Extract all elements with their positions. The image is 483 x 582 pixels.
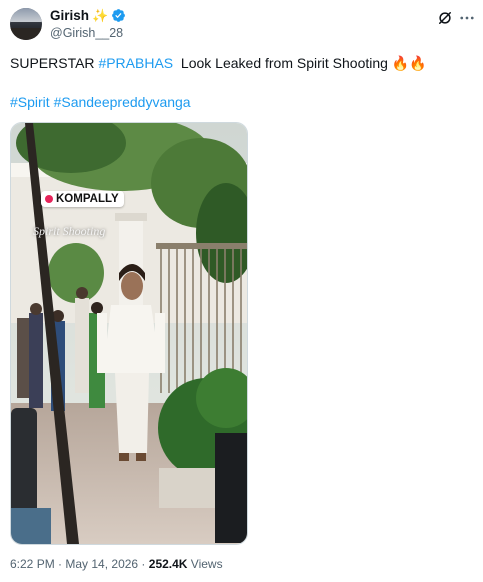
- meta-separator-1: ·: [54, 557, 66, 571]
- tweet-text-body: Look Leaked from Spirit Shooting: [173, 55, 392, 71]
- author-name[interactable]: Girish: [50, 8, 89, 23]
- location-pin-icon: [45, 195, 53, 203]
- location-sticker: KOMPALLY: [41, 191, 124, 207]
- hashtag-prabhas[interactable]: #PRABHAS: [98, 55, 173, 71]
- views-label: Views: [187, 557, 223, 571]
- sparkle-icon: ✨: [92, 8, 109, 23]
- hashtag-line: #Spirit #Sandeepreddyvanga: [10, 94, 191, 110]
- tweet-text: SUPERSTAR #PRABHAS Look Leaked from Spir…: [10, 55, 427, 72]
- tweet-time[interactable]: 6:22 PM: [10, 557, 55, 571]
- meta-separator-2: ·: [138, 557, 149, 571]
- tweet-meta: 6:22 PM · May 14, 2026 · 252.4K Views: [10, 557, 223, 571]
- location-label: KOMPALLY: [56, 193, 119, 205]
- author-handle[interactable]: @Girish__28: [50, 26, 123, 40]
- views-count[interactable]: 252.4K: [149, 557, 188, 571]
- media-overlay-caption: Spirit Shooting: [33, 224, 106, 238]
- avatar[interactable]: [10, 8, 42, 40]
- hashtag-spirit[interactable]: #Spirit: [10, 94, 50, 110]
- tweet-header: Girish ✨ @Girish__28: [0, 0, 483, 48]
- tweet-media-image[interactable]: KOMPALLY Spirit Shooting: [10, 122, 248, 545]
- fire-emoji: 🔥🔥: [391, 55, 427, 71]
- hashtag-sandeepreddyvanga[interactable]: #Sandeepreddyvanga: [54, 94, 191, 110]
- verified-badge-icon[interactable]: [111, 8, 126, 23]
- tweet-text-prefix: SUPERSTAR: [10, 55, 99, 71]
- more-icon[interactable]: [458, 9, 476, 27]
- author-name-row: Girish ✨: [50, 8, 126, 23]
- grok-icon[interactable]: [436, 9, 454, 27]
- tweet-date[interactable]: May 14, 2026: [65, 557, 138, 571]
- media-photo: [11, 123, 247, 544]
